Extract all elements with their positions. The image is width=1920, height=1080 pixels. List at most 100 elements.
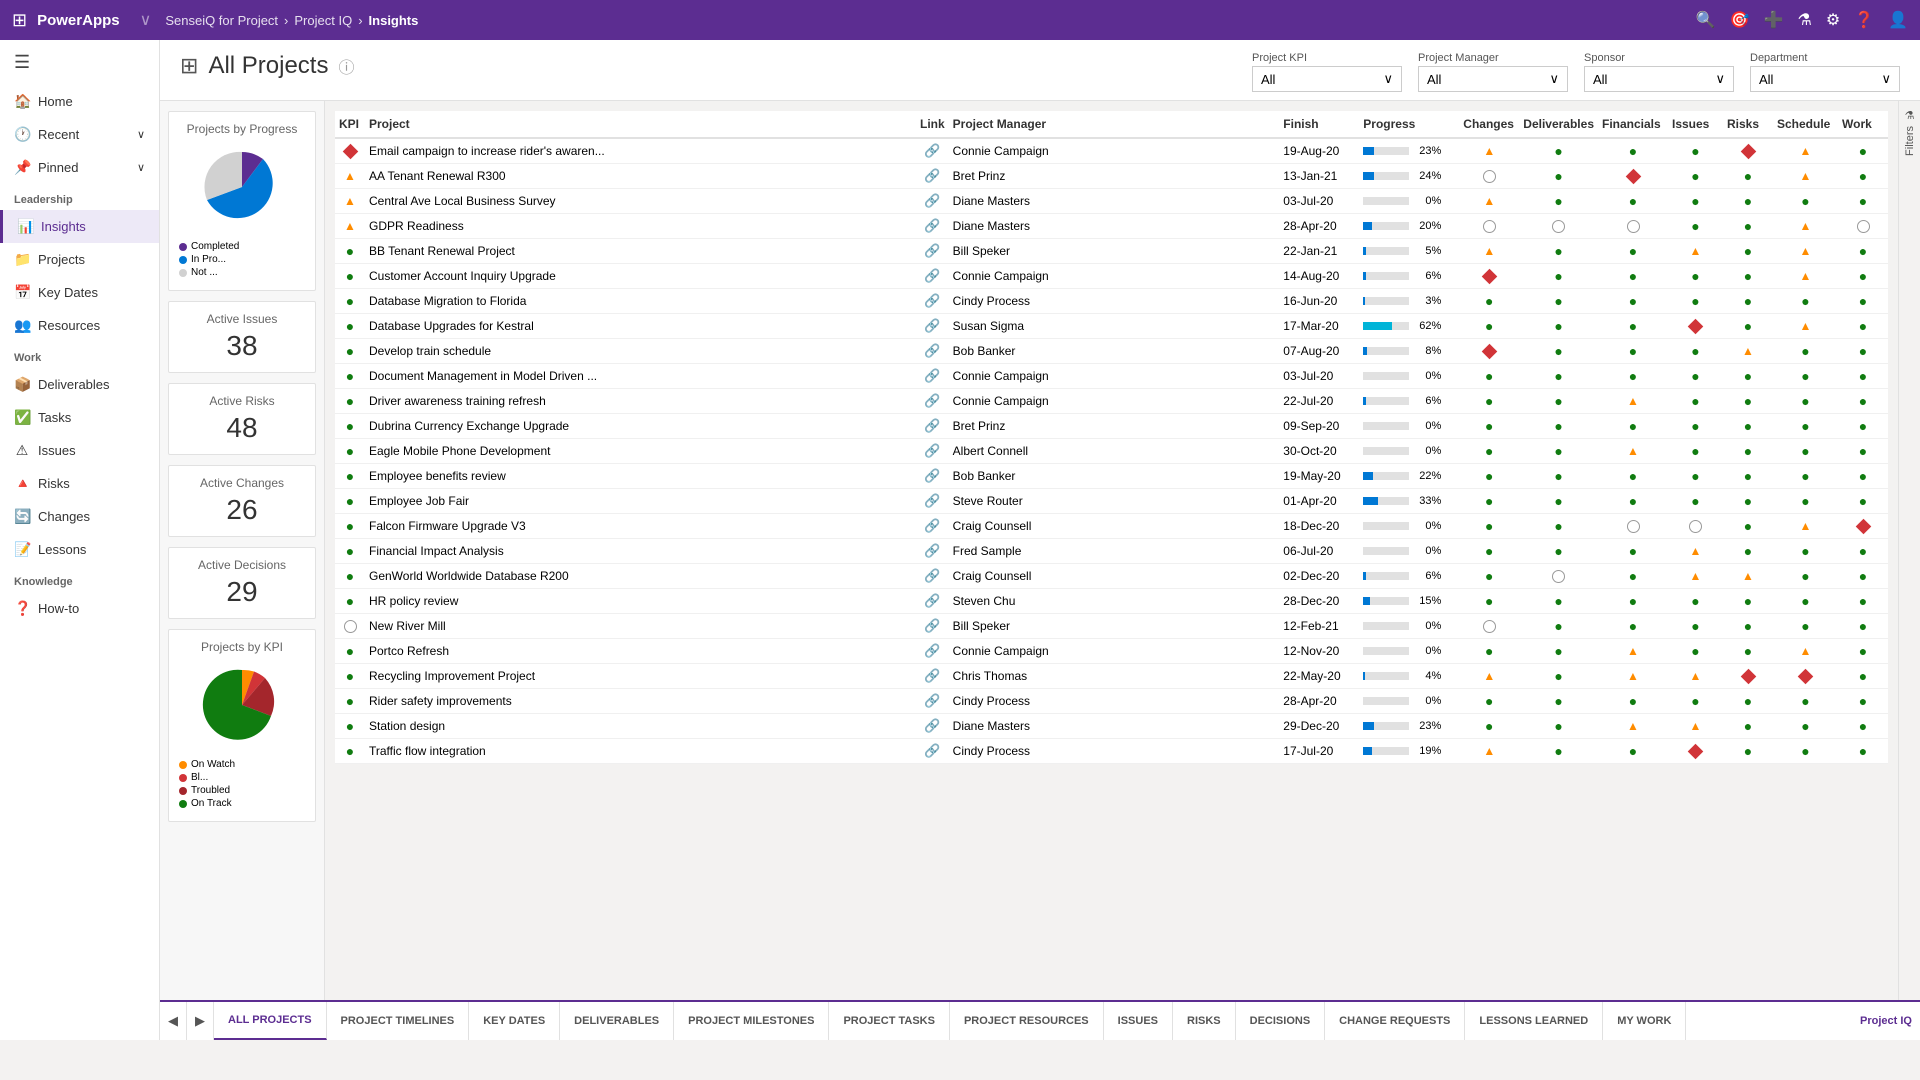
cell-link[interactable]: 🔗 bbox=[916, 138, 949, 164]
table-row[interactable]: ● Employee Job Fair 🔗 Steve Router 01-Ap… bbox=[335, 489, 1888, 514]
filter-select-sponsor[interactable]: All ∨ bbox=[1584, 66, 1734, 92]
tab-risks[interactable]: RISKS bbox=[1173, 1002, 1236, 1040]
table-row[interactable]: ● HR policy review 🔗 Steven Chu 28-Dec-2… bbox=[335, 589, 1888, 614]
col-work[interactable]: Work bbox=[1838, 111, 1888, 138]
sidebar-item-how-to[interactable]: ❓ How-to bbox=[0, 592, 159, 625]
cell-project[interactable]: Driver awareness training refresh bbox=[365, 389, 916, 414]
cell-project[interactable]: New River Mill bbox=[365, 614, 916, 639]
tab-deliverables[interactable]: DELIVERABLES bbox=[560, 1002, 674, 1040]
target-icon[interactable]: 🎯 bbox=[1730, 10, 1750, 30]
sidebar-item-home[interactable]: 🏠 Home bbox=[0, 85, 159, 118]
cell-link[interactable]: 🔗 bbox=[916, 464, 949, 489]
cell-link[interactable]: 🔗 bbox=[916, 414, 949, 439]
table-row[interactable]: ● Traffic flow integration 🔗 Cindy Proce… bbox=[335, 739, 1888, 764]
table-row[interactable]: ● BB Tenant Renewal Project 🔗 Bill Speke… bbox=[335, 239, 1888, 264]
sidebar-item-changes[interactable]: 🔄 Changes bbox=[0, 500, 159, 533]
cell-link[interactable]: 🔗 bbox=[916, 664, 949, 689]
col-link[interactable]: Link bbox=[916, 111, 949, 138]
cell-project[interactable]: Station design bbox=[365, 714, 916, 739]
cell-project[interactable]: Database Migration to Florida bbox=[365, 289, 916, 314]
cell-project[interactable]: AA Tenant Renewal R300 bbox=[365, 164, 916, 189]
right-filter-bar[interactable]: ⚗ Filters bbox=[1898, 101, 1920, 1000]
cell-link[interactable]: 🔗 bbox=[916, 739, 949, 764]
sidebar-item-tasks[interactable]: ✅ Tasks bbox=[0, 401, 159, 434]
cell-project[interactable]: GDPR Readiness bbox=[365, 214, 916, 239]
sidebar-item-deliverables[interactable]: 📦 Deliverables bbox=[0, 368, 159, 401]
table-row[interactable]: ● Database Upgrades for Kestral 🔗 Susan … bbox=[335, 314, 1888, 339]
cell-project[interactable]: Document Management in Model Driven ... bbox=[365, 364, 916, 389]
tab-my-work[interactable]: MY WORK bbox=[1603, 1002, 1686, 1040]
table-row[interactable]: ● Document Management in Model Driven ..… bbox=[335, 364, 1888, 389]
table-row[interactable]: ● Develop train schedule 🔗 Bob Banker 07… bbox=[335, 339, 1888, 364]
sidebar-item-issues[interactable]: ⚠ Issues bbox=[0, 434, 159, 467]
col-progress[interactable]: Progress bbox=[1359, 111, 1459, 138]
table-row[interactable]: ▲ AA Tenant Renewal R300 🔗 Bret Prinz 13… bbox=[335, 164, 1888, 189]
tab-all-projects[interactable]: ALL PROJECTS bbox=[214, 1002, 327, 1040]
cell-link[interactable]: 🔗 bbox=[916, 689, 949, 714]
table-row[interactable]: ● Recycling Improvement Project 🔗 Chris … bbox=[335, 664, 1888, 689]
table-row[interactable]: ● Employee benefits review 🔗 Bob Banker … bbox=[335, 464, 1888, 489]
table-row[interactable]: ▲ Central Ave Local Business Survey 🔗 Di… bbox=[335, 189, 1888, 214]
cell-project[interactable]: Database Upgrades for Kestral bbox=[365, 314, 916, 339]
grid-icon[interactable]: ⊞ bbox=[12, 10, 27, 31]
cell-project[interactable]: Employee Job Fair bbox=[365, 489, 916, 514]
cell-link[interactable]: 🔗 bbox=[916, 564, 949, 589]
table-row[interactable]: ● Dubrina Currency Exchange Upgrade 🔗 Br… bbox=[335, 414, 1888, 439]
sidebar-item-projects[interactable]: 📁 Projects bbox=[0, 243, 159, 276]
filter-select-dept[interactable]: All ∨ bbox=[1750, 66, 1900, 92]
col-deliverables[interactable]: Deliverables bbox=[1519, 111, 1598, 138]
cell-link[interactable]: 🔗 bbox=[916, 389, 949, 414]
cell-link[interactable]: 🔗 bbox=[916, 614, 949, 639]
col-changes[interactable]: Changes bbox=[1459, 111, 1519, 138]
filter-icon[interactable]: ⚗ bbox=[1797, 10, 1811, 30]
cell-link[interactable]: 🔗 bbox=[916, 514, 949, 539]
info-icon[interactable]: ⓘ bbox=[338, 54, 354, 78]
add-icon[interactable]: ➕ bbox=[1764, 10, 1784, 30]
filter-select-kpi[interactable]: All ∨ bbox=[1252, 66, 1402, 92]
tab-lessons-learned[interactable]: LESSONS LEARNED bbox=[1465, 1002, 1603, 1040]
cell-link[interactable]: 🔗 bbox=[916, 239, 949, 264]
table-row[interactable]: ● Falcon Firmware Upgrade V3 🔗 Craig Cou… bbox=[335, 514, 1888, 539]
tab-change-requests[interactable]: CHANGE REQUESTS bbox=[1325, 1002, 1465, 1040]
cell-link[interactable]: 🔗 bbox=[916, 164, 949, 189]
cell-link[interactable]: 🔗 bbox=[916, 364, 949, 389]
tab-project-tasks[interactable]: PROJECT TASKS bbox=[829, 1002, 949, 1040]
cell-link[interactable]: 🔗 bbox=[916, 589, 949, 614]
cell-project[interactable]: HR policy review bbox=[365, 589, 916, 614]
cell-project[interactable]: Traffic flow integration bbox=[365, 739, 916, 764]
cell-link[interactable]: 🔗 bbox=[916, 714, 949, 739]
tab-issues[interactable]: ISSUES bbox=[1104, 1002, 1173, 1040]
filter-select-pm[interactable]: All ∨ bbox=[1418, 66, 1568, 92]
sidebar-item-insights[interactable]: 📊 Insights bbox=[0, 210, 159, 243]
cell-link[interactable]: 🔗 bbox=[916, 489, 949, 514]
tab-project-resources[interactable]: PROJECT RESOURCES bbox=[950, 1002, 1104, 1040]
sidebar-item-pinned[interactable]: 📌 Pinned ∨ bbox=[0, 151, 159, 184]
cell-link[interactable]: 🔗 bbox=[916, 189, 949, 214]
cell-project[interactable]: Customer Account Inquiry Upgrade bbox=[365, 264, 916, 289]
hamburger-menu[interactable]: ☰ bbox=[0, 40, 159, 85]
table-row[interactable]: New River Mill 🔗 Bill Speker 12-Feb-21 0… bbox=[335, 614, 1888, 639]
cell-link[interactable]: 🔗 bbox=[916, 539, 949, 564]
cell-project[interactable]: Central Ave Local Business Survey bbox=[365, 189, 916, 214]
cell-link[interactable]: 🔗 bbox=[916, 289, 949, 314]
tab-key-dates[interactable]: KEY DATES bbox=[469, 1002, 560, 1040]
search-icon[interactable]: 🔍 bbox=[1696, 10, 1716, 30]
cell-project[interactable]: Develop train schedule bbox=[365, 339, 916, 364]
tab-project-timelines[interactable]: PROJECT TIMELINES bbox=[327, 1002, 470, 1040]
cell-project[interactable]: GenWorld Worldwide Database R200 bbox=[365, 564, 916, 589]
cell-link[interactable]: 🔗 bbox=[916, 339, 949, 364]
table-row[interactable]: ● Customer Account Inquiry Upgrade 🔗 Con… bbox=[335, 264, 1888, 289]
col-financials[interactable]: Financials bbox=[1598, 111, 1668, 138]
sidebar-item-resources[interactable]: 👥 Resources bbox=[0, 309, 159, 342]
col-pm[interactable]: Project Manager bbox=[949, 111, 1280, 138]
table-row[interactable]: ● Eagle Mobile Phone Development 🔗 Alber… bbox=[335, 439, 1888, 464]
help-icon[interactable]: ❓ bbox=[1854, 10, 1874, 30]
table-row[interactable]: ● Driver awareness training refresh 🔗 Co… bbox=[335, 389, 1888, 414]
cell-project[interactable]: Financial Impact Analysis bbox=[365, 539, 916, 564]
col-project[interactable]: Project bbox=[365, 111, 916, 138]
tab-nav-left[interactable]: ◀ bbox=[160, 1002, 187, 1040]
cell-project[interactable]: Falcon Firmware Upgrade V3 bbox=[365, 514, 916, 539]
settings-icon[interactable]: ⚙ bbox=[1826, 10, 1840, 30]
cell-project[interactable]: Rider safety improvements bbox=[365, 689, 916, 714]
col-finish[interactable]: Finish bbox=[1279, 111, 1359, 138]
